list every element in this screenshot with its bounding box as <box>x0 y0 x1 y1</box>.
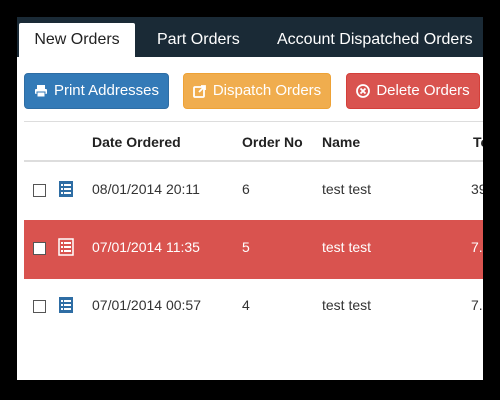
cell-date: 07/01/2014 11:35 <box>92 239 200 255</box>
cell-date: 08/01/2014 20:11 <box>92 181 200 197</box>
cell-total: 7. <box>471 297 483 313</box>
tab-part-orders[interactable]: Part Orders <box>157 23 240 57</box>
cell-order-no: 6 <box>242 181 250 197</box>
print-addresses-button[interactable]: Print Addresses <box>24 73 169 109</box>
dispatch-orders-label: Dispatch Orders <box>212 82 322 99</box>
print-addresses-label: Print Addresses <box>53 82 160 99</box>
cell-total: 39 <box>471 181 483 197</box>
tab-bar: New Orders Part Orders Account Dispatche… <box>17 17 483 57</box>
cell-order-no: 4 <box>242 297 250 313</box>
cell-name: test test <box>322 181 372 197</box>
header-date-ordered[interactable]: Date Ordered <box>92 134 181 150</box>
header-order-no[interactable]: Order No <box>242 134 303 150</box>
cell-name: test test <box>322 297 372 313</box>
cell-name: test test <box>322 239 372 255</box>
cell-date: 07/01/2014 00:57 <box>92 297 201 313</box>
share-external-icon <box>192 85 206 98</box>
app-window: New Orders Part Orders Account Dispatche… <box>17 17 483 380</box>
document-list-icon[interactable] <box>58 180 74 198</box>
row-checkbox[interactable] <box>33 300 46 313</box>
table-row[interactable]: 08/01/2014 20:11 6 test test 39 <box>24 162 483 221</box>
orders-table: Date Ordered Order No Name To 08/01/2014… <box>24 121 483 380</box>
row-checkbox[interactable] <box>33 242 46 255</box>
table-header: Date Ordered Order No Name To <box>24 122 483 162</box>
tab-account-dispatched-orders[interactable]: Account Dispatched Orders <box>277 23 473 57</box>
cell-total: 7. <box>471 239 483 255</box>
table-row[interactable]: 07/01/2014 00:57 4 test test 7. <box>24 278 483 336</box>
cell-order-no: 5 <box>242 239 250 255</box>
row-checkbox[interactable] <box>33 184 46 197</box>
document-list-icon[interactable] <box>58 238 74 256</box>
header-total[interactable]: To <box>473 134 483 150</box>
header-name[interactable]: Name <box>322 134 360 150</box>
table-row-selected[interactable]: 07/01/2014 11:35 5 test test 7. <box>24 220 483 279</box>
dispatch-orders-button[interactable]: Dispatch Orders <box>183 73 331 109</box>
tab-new-orders[interactable]: New Orders <box>19 23 135 57</box>
remove-circle-icon <box>356 84 371 98</box>
document-list-icon[interactable] <box>58 296 74 314</box>
printer-icon <box>34 85 47 98</box>
delete-orders-button[interactable]: Delete Orders <box>346 73 480 109</box>
delete-orders-label: Delete Orders <box>376 82 470 99</box>
